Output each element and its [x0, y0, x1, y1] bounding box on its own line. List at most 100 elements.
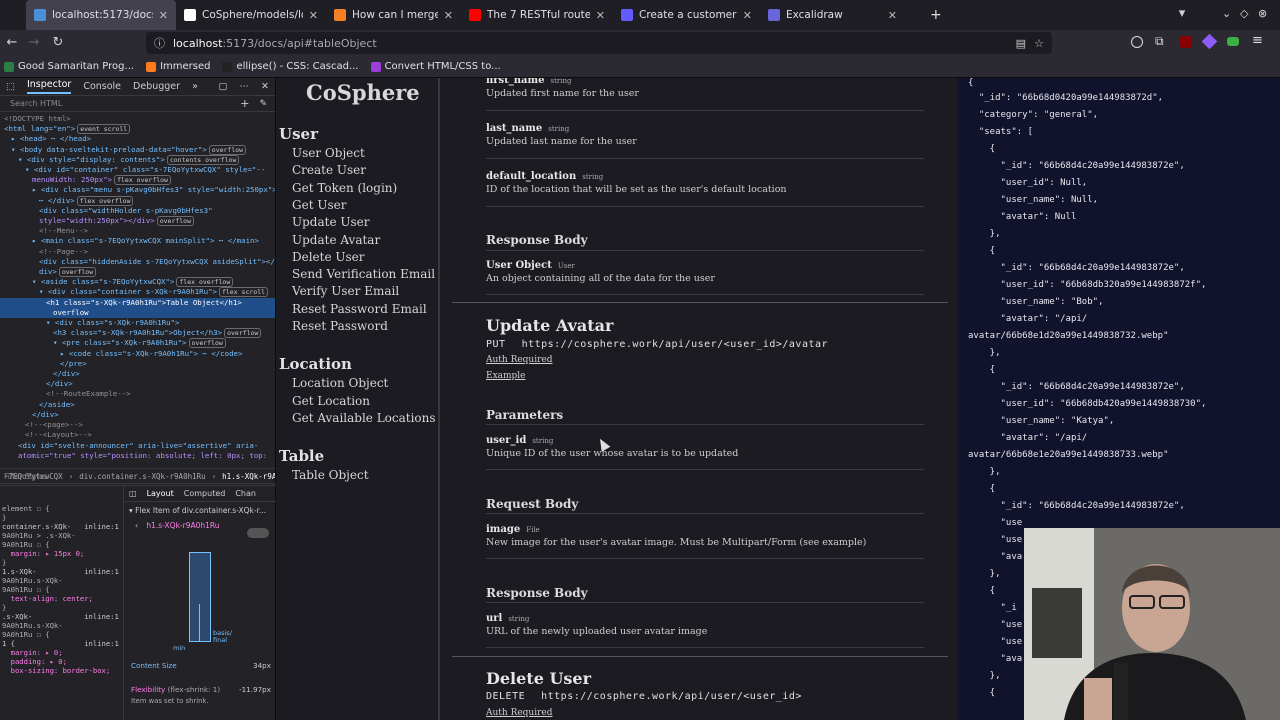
- sidebar-item-user-object[interactable]: User Object: [292, 146, 365, 160]
- css-rule-line[interactable]: 9A0h1Ru.s-XQk-: [0, 621, 123, 630]
- node-badge[interactable]: overflow: [224, 328, 262, 339]
- css-rule-line[interactable]: 9A0h1Ru ☐ {: [0, 540, 123, 549]
- flex-item-selector[interactable]: h1.s-XQk-r9A0h1Ru: [146, 521, 219, 530]
- dom-node-line[interactable]: <!--Page-->: [0, 247, 275, 257]
- bookmark-item[interactable]: Immersed: [146, 61, 210, 72]
- dom-node-line[interactable]: <h3 class="s-XQk-r9A0h1Ru">Object</h3> ov…: [0, 328, 275, 339]
- dom-node-line[interactable]: <!--<Layout>-->: [0, 430, 275, 440]
- close-tab-icon[interactable]: ✕: [444, 9, 453, 22]
- node-badge[interactable]: overflow: [208, 144, 247, 155]
- dom-node-line[interactable]: <!--RouteExample-->: [0, 389, 275, 399]
- tab-inspector[interactable]: Inspector: [26, 79, 72, 94]
- site-info-icon[interactable]: ⓘ: [154, 35, 165, 51]
- tab-debugger[interactable]: Debugger: [133, 81, 180, 92]
- node-badge[interactable]: overflow: [188, 338, 226, 349]
- css-rule-line[interactable]: .s-XQk- inline:1: [0, 612, 123, 621]
- dom-tree[interactable]: <!DOCTYPE html> <html lang="en"> event scr…: [0, 112, 275, 468]
- dom-node-line[interactable]: <!--Menu-->: [0, 226, 275, 236]
- flex-item-header[interactable]: ▾ Flex Item of div.container.s-XQk-r...: [125, 502, 276, 515]
- sidebar-item-verify-user-email[interactable]: Verify User Email: [292, 284, 399, 298]
- sidebar-item-send-verification-email[interactable]: Send Verification Email: [292, 267, 435, 281]
- css-rule-line[interactable]: margin: ▸ 15px 0;: [0, 549, 123, 558]
- css-rule-line[interactable]: box-sizing: border-box;: [0, 666, 123, 675]
- css-rule-line[interactable]: container.s-XQk- inline:1: [0, 522, 123, 531]
- dom-node-line[interactable]: menuWidth: 250px"> flex overflow: [0, 175, 275, 186]
- browser-tab[interactable]: Excalidraw ✕: [760, 0, 905, 30]
- sidebar-item-reset-password[interactable]: Reset Password: [292, 319, 388, 333]
- sidebar-item-location-object[interactable]: Location Object: [292, 376, 388, 390]
- extensions-icon[interactable]: ⧉: [1155, 34, 1164, 49]
- sidebar-item-get-available-locations[interactable]: Get Available Locations: [292, 411, 436, 425]
- ublock-icon[interactable]: [1180, 36, 1191, 48]
- css-rule-line[interactable]: element ☐ {: [0, 504, 123, 513]
- browser-tab[interactable]: localhost:5173/docs/api#t ✕: [26, 0, 176, 30]
- css-rule-line[interactable]: }: [0, 513, 123, 522]
- example-link[interactable]: Example: [486, 371, 526, 381]
- reader-view-icon[interactable]: ▤: [1016, 37, 1026, 50]
- reload-icon[interactable]: ↻: [46, 35, 70, 50]
- dom-node-line[interactable]: ▾ <div class="s-XQk-r9A0h1Ru">: [0, 318, 275, 328]
- browser-tab[interactable]: Create a customer | Stripe ✕: [613, 0, 760, 30]
- new-tab-icon[interactable]: +: [930, 7, 942, 23]
- dom-node-line[interactable]: </div>: [0, 379, 275, 389]
- dom-node-line[interactable]: <h1 class="s-XQk-r9A0h1Ru">Table Object<…: [0, 297, 275, 308]
- css-rule-line[interactable]: }: [0, 558, 123, 567]
- node-badge[interactable]: flex scroll: [218, 287, 269, 298]
- html-search-input[interactable]: Search HTML + ✎: [0, 96, 275, 112]
- add-node-icon[interactable]: +: [240, 97, 249, 110]
- css-rule-line[interactable]: }: [0, 603, 123, 612]
- node-badge[interactable]: flex overflow: [176, 277, 234, 288]
- close-devtools-icon[interactable]: ✕: [261, 81, 275, 92]
- auth-required-link[interactable]: Auth Required: [486, 355, 553, 365]
- node-badge[interactable]: overflow: [156, 216, 195, 227]
- dom-node-line[interactable]: ▾ <div class="container s-XQk-r9A0h1Ru">…: [0, 287, 275, 298]
- css-rule-line[interactable]: 1.s-XQk- inline:1: [0, 567, 123, 576]
- dom-node-line[interactable]: ▸ <code class="s-XQk-r9A0h1Ru"> ⋯ </code…: [0, 349, 275, 359]
- list-all-tabs-icon[interactable]: ▾: [1168, 6, 1196, 21]
- dom-node-line[interactable]: <html lang="en"> event scroll: [0, 124, 275, 135]
- node-badge[interactable]: contents overflow: [166, 154, 240, 165]
- bookmark-item[interactable]: ellipse() - CSS: Cascad...: [222, 61, 359, 72]
- close-tab-icon[interactable]: ✕: [596, 9, 605, 22]
- dom-node-line[interactable]: ▸ <head> ⋯ </head>: [0, 134, 275, 144]
- highlight-toggle[interactable]: [247, 528, 269, 538]
- maximize-icon[interactable]: ◇: [1240, 7, 1248, 20]
- filter-styles-input[interactable]: Filter Styles: [4, 472, 48, 481]
- eyedropper-icon[interactable]: ✎: [259, 99, 267, 109]
- css-rule-line[interactable]: text-align: center;: [0, 594, 123, 603]
- account-icon[interactable]: [1131, 36, 1143, 48]
- sidebar-item-get-location[interactable]: Get Location: [292, 394, 370, 408]
- tab-changes[interactable]: Chan: [235, 489, 256, 498]
- dom-node-line[interactable]: style="width:250px"></div> overflow: [0, 216, 275, 227]
- back-chevron-icon[interactable]: ‹: [135, 521, 138, 530]
- dom-node-line[interactable]: ▸ <main class="s-7EQoYytxwCQX mainSplit"…: [0, 236, 275, 246]
- dock-icon[interactable]: ▢: [219, 81, 228, 92]
- dom-node-line[interactable]: ▾ <aside class="s-7EQoYytxwCQX"> flex ove…: [0, 277, 275, 288]
- close-tab-icon[interactable]: ✕: [309, 9, 318, 22]
- sidebar-item-update-avatar[interactable]: Update Avatar: [292, 233, 380, 247]
- css-rule-line[interactable]: 1 { inline:1: [0, 639, 123, 648]
- browser-tab[interactable]: How can I merge properti ✕: [326, 0, 461, 30]
- dom-node-line[interactable]: <!DOCTYPE html>: [0, 114, 275, 124]
- extension-purple-icon[interactable]: [1201, 33, 1218, 50]
- bookmark-star-icon[interactable]: ☆: [1034, 37, 1044, 50]
- options-icon[interactable]: ⋯: [240, 81, 250, 92]
- close-tab-icon[interactable]: ✕: [159, 9, 168, 22]
- bookmark-item[interactable]: Good Samaritan Prog...: [4, 61, 134, 72]
- forward-icon[interactable]: →: [22, 35, 46, 50]
- dom-node-line[interactable]: ⋯ </div> flex overflow: [0, 195, 275, 206]
- node-badge[interactable]: flex overflow: [76, 195, 134, 206]
- menu-icon[interactable]: ≡: [1252, 33, 1263, 48]
- css-rule-line[interactable]: padding: ▸ 0;: [0, 657, 123, 666]
- brand-title[interactable]: CoSphere: [306, 80, 420, 105]
- sidebar-item-create-user[interactable]: Create User: [292, 163, 366, 177]
- sidebar-item-reset-password-email[interactable]: Reset Password Email: [292, 302, 427, 316]
- minimize-icon[interactable]: ⌄: [1222, 7, 1231, 20]
- node-badge[interactable]: event scroll: [77, 124, 131, 135]
- bookmark-item[interactable]: Convert HTML/CSS to...: [370, 61, 501, 72]
- dom-node-line[interactable]: </div>: [0, 410, 275, 420]
- sidebar-item-get-user[interactable]: Get User: [292, 198, 346, 212]
- css-rule-line[interactable]: 9A0h1Ru ☐ {: [0, 585, 123, 594]
- close-window-icon[interactable]: ⊗: [1258, 7, 1267, 20]
- tab-console[interactable]: Console: [83, 81, 121, 92]
